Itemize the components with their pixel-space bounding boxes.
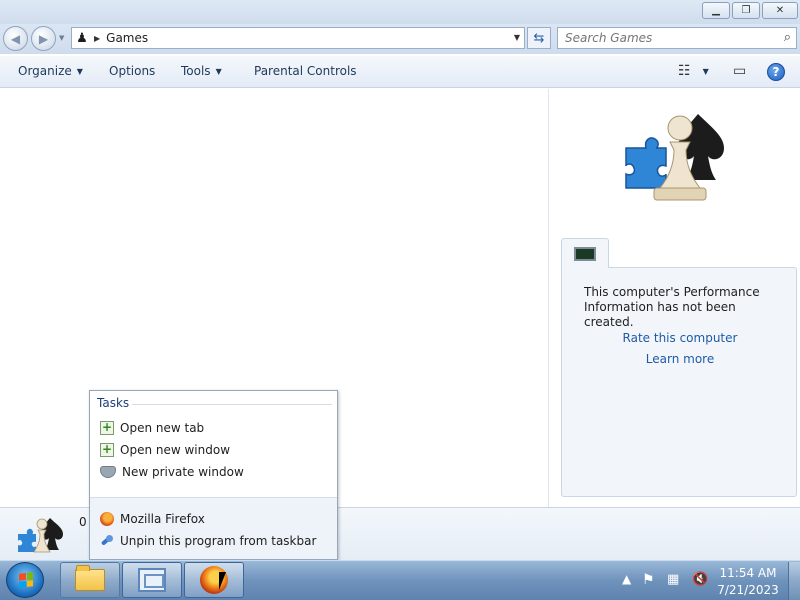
control-panel-icon — [138, 568, 166, 592]
private-mask-icon — [100, 466, 116, 478]
action-center-flag-icon[interactable]: ⚑ — [642, 572, 655, 588]
games-details-icon — [18, 518, 63, 553]
organize-menu[interactable]: Organize ▼ — [18, 64, 83, 78]
item-count: 0 — [79, 515, 87, 529]
options-button[interactable]: Options — [109, 64, 155, 78]
games-folder-icon: ♟ — [76, 30, 88, 46]
games-logo-icon — [625, 114, 724, 201]
firefox-icon — [100, 512, 114, 526]
refresh-icon: ⇆ — [533, 30, 545, 46]
minimize-button[interactable]: ▁ — [702, 2, 730, 19]
forward-button[interactable]: ▶ — [31, 26, 56, 51]
recent-pages-dropdown-icon[interactable]: ▼ — [59, 34, 64, 42]
rate-computer-link[interactable]: Rate this computer — [562, 331, 798, 345]
clock-date: 7/21/2023 — [717, 583, 779, 597]
chevron-down-icon: ▼ — [702, 66, 709, 76]
folder-icon — [75, 565, 105, 591]
preview-pane-icon: ▭ — [733, 63, 747, 79]
new-private-window-label: New private window — [122, 465, 244, 479]
address-bar[interactable]: ♟ ▶ Games ▼ — [71, 27, 525, 49]
taskbar-control-panel-button[interactable] — [122, 562, 182, 598]
open-new-window-item[interactable]: + Open new window — [100, 443, 230, 457]
mouse-cursor-icon — [219, 572, 233, 590]
tasks-header: Tasks — [97, 396, 130, 410]
window-controls: ▁ ❐ ✕ — [702, 2, 798, 19]
restore-button[interactable]: ❐ — [732, 2, 760, 19]
back-arrow-icon: ◀ — [10, 31, 21, 46]
refresh-button[interactable]: ⇆ — [527, 27, 551, 49]
title-bar: ▁ ❐ ✕ — [0, 0, 800, 24]
search-icon[interactable]: ⌕ — [784, 30, 791, 45]
view-list-icon: ☷ — [678, 63, 691, 79]
breadcrumb-separator-icon[interactable]: ▶ — [94, 34, 100, 43]
forward-arrow-icon: ▶ — [38, 31, 49, 46]
firefox-jump-list: Tasks + Open new tab + Open new window N… — [89, 390, 338, 560]
clock[interactable]: 11:54 AM 7/21/2023 — [713, 565, 783, 599]
mozilla-firefox-label: Mozilla Firefox — [120, 512, 205, 526]
mozilla-firefox-item[interactable]: Mozilla Firefox — [100, 512, 205, 526]
address-row: ◀ ▶ ▼ ♟ ▶ Games ▼ ⇆ ⌕ — [0, 24, 800, 54]
search-input[interactable] — [558, 28, 758, 48]
close-button[interactable]: ✕ — [762, 2, 798, 19]
parental-controls-label: Parental Controls — [254, 64, 357, 78]
change-view-button[interactable]: ☷ ▼ — [678, 63, 709, 79]
windows-logo-icon — [19, 572, 33, 588]
performance-message: This computer's Performance Information … — [584, 285, 760, 329]
plus-icon: + — [100, 442, 114, 457]
unpin-label: Unpin this program from taskbar — [120, 534, 317, 548]
unpin-icon — [100, 534, 114, 548]
minimize-icon: ▁ — [712, 5, 720, 16]
jump-list-pinned-section: Mozilla Firefox Unpin this program from … — [90, 497, 337, 559]
tools-label: Tools — [181, 64, 211, 78]
open-new-window-label: Open new window — [120, 443, 231, 457]
performance-tab[interactable] — [561, 238, 609, 268]
taskbar — [0, 560, 800, 600]
performance-monitor-icon — [574, 247, 596, 261]
taskbar-explorer-button[interactable] — [60, 562, 120, 598]
show-hidden-icons[interactable]: ▲ — [622, 572, 631, 586]
taskbar-firefox-button[interactable] — [184, 562, 244, 598]
clock-time: 11:54 AM — [719, 566, 777, 580]
chevron-down-icon: ▼ — [215, 66, 222, 76]
tasks-divider — [132, 404, 332, 405]
restore-icon: ❐ — [741, 5, 751, 16]
plus-icon: + — [100, 420, 114, 435]
preview-pane-button[interactable]: ▭ — [733, 63, 746, 79]
help-icon[interactable]: ? — [767, 63, 785, 81]
network-icon[interactable]: ▦ — [667, 572, 679, 587]
volume-muted-icon[interactable]: 🔇 — [692, 572, 708, 587]
options-label: Options — [109, 64, 156, 78]
organize-label: Organize — [18, 64, 72, 78]
show-desktop-button[interactable] — [788, 562, 800, 600]
tools-menu[interactable]: Tools ▼ — [181, 64, 222, 78]
breadcrumb-games[interactable]: Games — [106, 31, 148, 45]
start-button[interactable] — [6, 562, 44, 598]
close-icon: ✕ — [775, 5, 785, 16]
open-new-tab-label: Open new tab — [120, 421, 205, 435]
parental-controls-button[interactable]: Parental Controls — [254, 64, 357, 78]
unpin-from-taskbar-item[interactable]: Unpin this program from taskbar — [100, 534, 316, 548]
chevron-down-icon: ▼ — [76, 66, 83, 76]
back-button[interactable]: ◀ — [3, 26, 28, 51]
open-new-tab-item[interactable]: + Open new tab — [100, 421, 204, 435]
performance-panel: This computer's Performance Information … — [561, 267, 797, 497]
command-bar: Organize ▼ Options Tools ▼ Parental Cont… — [0, 56, 800, 88]
search-box[interactable]: ⌕ — [557, 27, 797, 49]
address-dropdown-icon[interactable]: ▼ — [514, 33, 520, 42]
new-private-window-item[interactable]: New private window — [100, 465, 244, 479]
learn-more-link[interactable]: Learn more — [562, 352, 798, 366]
